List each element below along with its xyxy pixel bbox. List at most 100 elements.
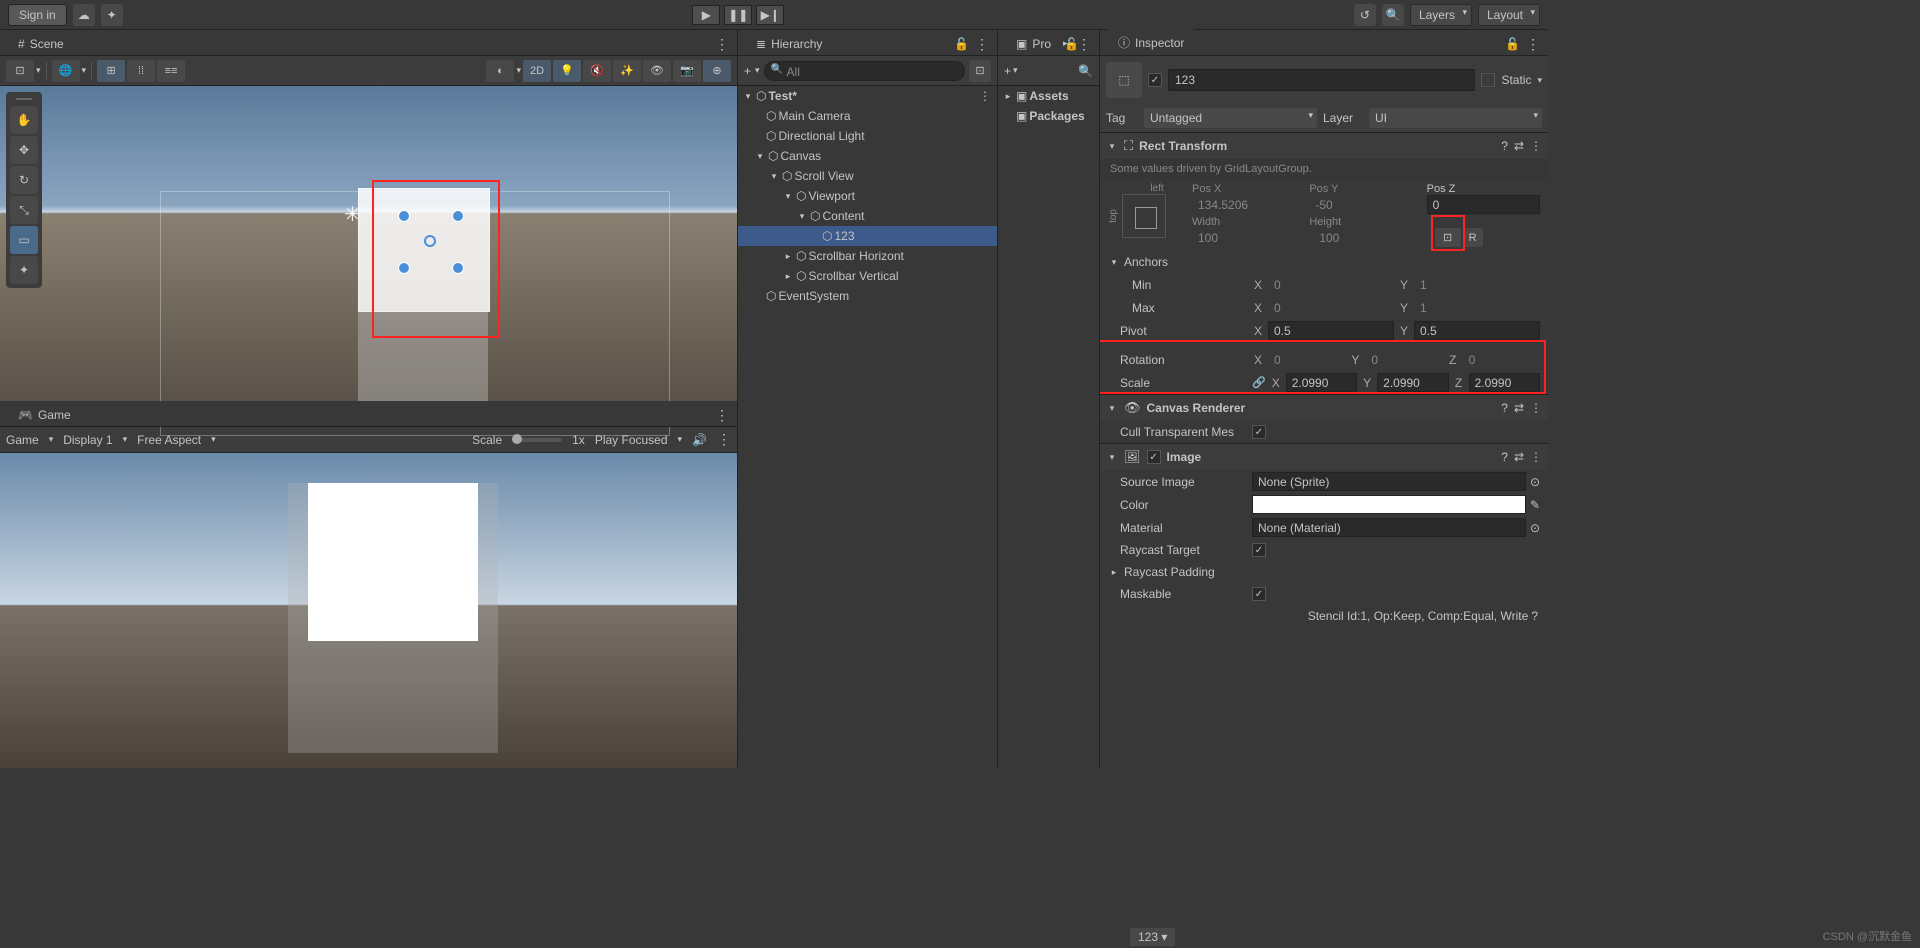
hierarchy-item-selected[interactable]: ⬡ 123 — [738, 226, 997, 246]
scene-view[interactable]: ✋ ✥ ↻ ⤡ ▭ ✦ ✳ — [0, 86, 737, 401]
panel-menu-icon[interactable]: ⋮ — [715, 36, 729, 53]
handle-tr[interactable] — [452, 210, 464, 222]
display-dropdown[interactable]: Display 1 — [63, 433, 112, 447]
gizmos-icon[interactable]: ⊕ — [703, 60, 731, 82]
eyedropper-icon[interactable]: ✎ — [1530, 498, 1540, 512]
help-icon[interactable]: ? — [1501, 450, 1508, 464]
panel-menu-icon[interactable]: ⋮ — [715, 407, 729, 424]
tab-game[interactable]: 🎮Game — [6, 403, 83, 426]
name-field[interactable]: 123 — [1168, 69, 1475, 91]
grid-snap-icon[interactable]: ⊞ — [97, 60, 125, 82]
raw-edit-button[interactable]: R — [1463, 228, 1483, 247]
panel-menu-icon[interactable]: ⋮ — [1077, 36, 1091, 53]
rect-tool-icon[interactable]: ▭ — [10, 226, 38, 254]
hand-tool-icon[interactable]: ✋ — [10, 106, 38, 134]
help-icon[interactable]: ? — [1501, 139, 1508, 153]
hierarchy-tree[interactable]: ▾⬡ Test*⋮ ⬡ Main Camera ⬡ Directional Li… — [738, 86, 997, 768]
preset-icon[interactable]: ⇄ — [1514, 139, 1524, 153]
raycast-padding-label[interactable]: Raycast Padding — [1124, 565, 1215, 579]
game-dropdown[interactable]: Game — [6, 433, 39, 447]
handle-center[interactable] — [424, 235, 436, 247]
game-menu-icon[interactable]: ⋮ — [717, 431, 731, 448]
tab-inspector[interactable]: ⓘInspector — [1106, 29, 1196, 55]
help-icon[interactable]: ? — [1531, 609, 1538, 623]
audio-icon[interactable]: 🔇 — [583, 60, 611, 82]
blueprint-mode-button[interactable]: ⊡ — [1435, 228, 1461, 247]
transform-tool-icon[interactable]: ✦ — [10, 256, 38, 284]
tab-project[interactable]: ▣Pro — [1004, 32, 1063, 55]
posz-field[interactable]: 0 — [1427, 195, 1540, 214]
play-button[interactable]: ▶ — [692, 5, 720, 25]
hierarchy-search[interactable]: 🔍All — [764, 61, 965, 81]
menu-icon[interactable]: ⋮ — [1530, 401, 1542, 415]
panel-menu-icon[interactable]: ⋮ — [1526, 36, 1540, 53]
create-dropdown[interactable]: + — [1004, 64, 1011, 78]
shading-icon[interactable]: ◐ — [486, 60, 514, 82]
material-field[interactable]: None (Material) — [1252, 518, 1526, 537]
rotate-tool-icon[interactable]: ↻ — [10, 166, 38, 194]
tab-hierarchy[interactable]: ≣Hierarchy — [744, 32, 834, 55]
handle-bl[interactable] — [398, 262, 410, 274]
snap-icon[interactable]: ≡≡ — [157, 60, 185, 82]
menu-icon[interactable]: ⋮ — [1530, 139, 1542, 153]
tag-dropdown[interactable]: Untagged — [1144, 108, 1317, 128]
pivot-y[interactable]: 0.5 — [1414, 321, 1540, 340]
preset-icon[interactable]: ⇄ — [1514, 450, 1524, 464]
footer-breadcrumb[interactable]: 123 ▾ — [1130, 928, 1175, 946]
create-dropdown[interactable]: + — [744, 64, 751, 78]
source-image-field[interactable]: None (Sprite) — [1252, 472, 1526, 491]
tool-handle-icon[interactable]: ⊡ — [6, 60, 34, 82]
vcs-icon[interactable]: ✦ — [101, 4, 123, 26]
go-icon: ⬡ — [768, 149, 778, 163]
pivot-x[interactable]: 0.5 — [1268, 321, 1394, 340]
fx-icon[interactable]: ✨ — [613, 60, 641, 82]
gameobject-icon[interactable]: ⬚ — [1106, 62, 1142, 98]
object-picker-icon[interactable]: ⊙ — [1530, 521, 1540, 535]
project-tab-row: ▣Pro ▸ 🔓 ⋮ — [998, 30, 1099, 56]
lock-icon[interactable]: 🔓 — [1505, 37, 1520, 51]
help-icon[interactable]: ? — [1501, 401, 1508, 415]
scale-tool-icon[interactable]: ⤡ — [10, 196, 38, 224]
static-checkbox[interactable] — [1481, 73, 1495, 87]
scale-slider[interactable] — [512, 438, 562, 442]
search-icon[interactable]: 🔍 — [1382, 4, 1404, 26]
mode-2d-button[interactable]: 2D — [523, 60, 551, 82]
active-checkbox[interactable]: ✓ — [1148, 73, 1162, 87]
anchor-gizmo-icon[interactable]: ✳ — [344, 202, 361, 227]
menu-icon[interactable]: ⋮ — [1530, 450, 1542, 464]
step-button[interactable]: ▶❙ — [756, 5, 784, 25]
object-picker-icon[interactable]: ⊙ — [1530, 475, 1540, 489]
layer-dropdown[interactable]: UI — [1369, 108, 1542, 128]
lock-icon[interactable]: 🔓 — [954, 37, 969, 51]
search-icon[interactable]: 🔍 — [1078, 64, 1093, 78]
visibility-icon[interactable]: 👁 — [643, 60, 671, 82]
sign-in-button[interactable]: Sign in — [8, 4, 67, 26]
undo-history-icon[interactable]: ↺ — [1354, 4, 1376, 26]
camera-icon[interactable]: 📷 — [673, 60, 701, 82]
pause-button[interactable]: ❚❚ — [724, 5, 752, 25]
layers-dropdown[interactable]: Layers — [1410, 4, 1472, 26]
cull-checkbox[interactable]: ✓ — [1252, 425, 1266, 439]
maskable-checkbox[interactable]: ✓ — [1252, 587, 1266, 601]
project-tree[interactable]: ▸▣ Assets ▣ Packages — [998, 86, 1099, 768]
scene-menu-icon[interactable]: ⋮ — [979, 89, 991, 103]
panel-menu-icon[interactable]: ⋮ — [975, 36, 989, 53]
anchor-v-label: top — [1108, 209, 1119, 223]
move-tool-icon[interactable]: ✥ — [10, 136, 38, 164]
snap-inc-icon[interactable]: ⁞⁞ — [127, 60, 155, 82]
filter-icon[interactable]: ⊡ — [969, 60, 991, 82]
tab-scene[interactable]: #Scene — [6, 32, 76, 55]
handle-tl[interactable] — [398, 210, 410, 222]
anchors-label[interactable]: Anchors — [1124, 255, 1168, 269]
preset-icon[interactable]: ⇄ — [1514, 401, 1524, 415]
cloud-icon[interactable]: ☁ — [73, 4, 95, 26]
tool-globe-icon[interactable]: 🌐 — [52, 60, 80, 82]
audio-toggle-icon[interactable]: 🔊 — [692, 433, 707, 447]
image-enabled-checkbox[interactable]: ✓ — [1147, 450, 1161, 464]
color-field[interactable] — [1252, 495, 1526, 514]
layout-dropdown[interactable]: Layout — [1478, 4, 1540, 26]
raycast-checkbox[interactable]: ✓ — [1252, 543, 1266, 557]
anchor-preset-button[interactable] — [1122, 194, 1166, 238]
handle-br[interactable] — [452, 262, 464, 274]
light-icon[interactable]: 💡 — [553, 60, 581, 82]
